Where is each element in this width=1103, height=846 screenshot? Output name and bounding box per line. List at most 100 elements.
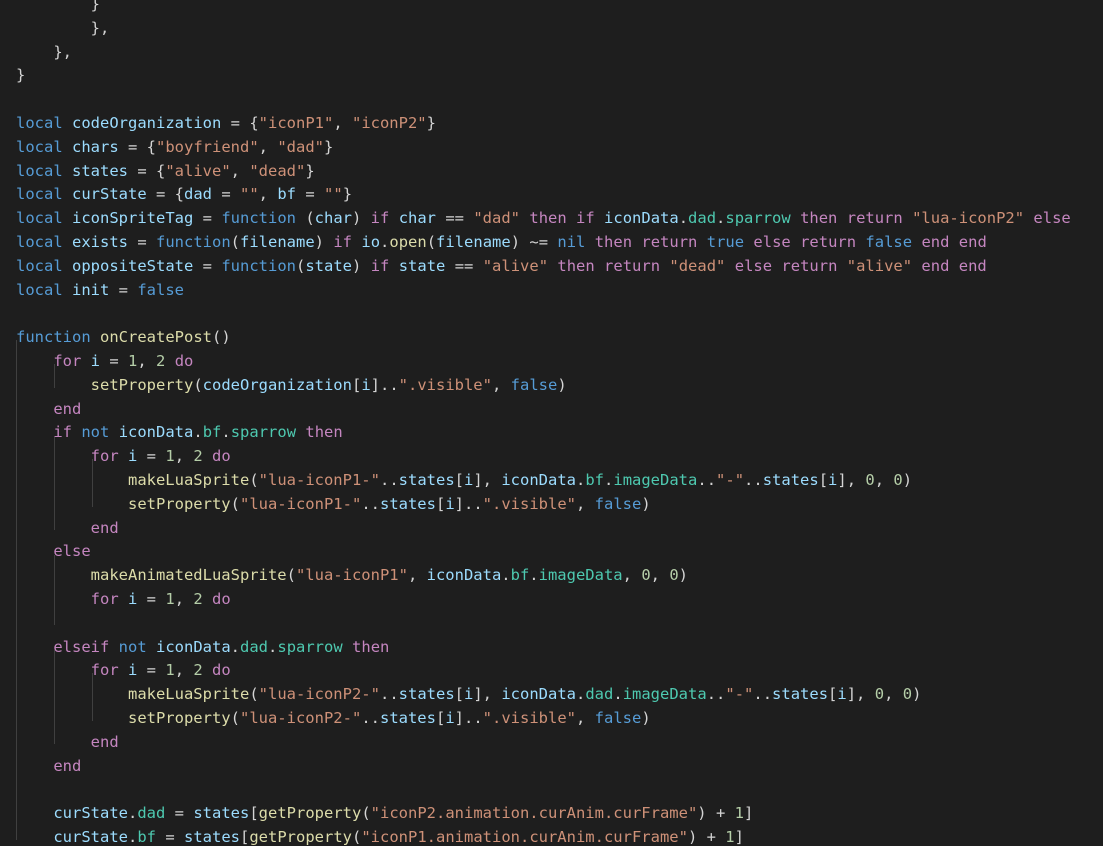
code-token: states xyxy=(772,685,829,704)
code-token: ( xyxy=(286,566,296,585)
code-line[interactable]: local oppositeState = function(state) if… xyxy=(16,255,1071,279)
code-token: . xyxy=(501,566,511,585)
code-line[interactable]: } xyxy=(16,0,1071,17)
code-token: then xyxy=(352,637,390,656)
code-line[interactable]: local chars = {"boyfriend", "dad"} xyxy=(16,136,1071,160)
code-token: imageData xyxy=(613,470,698,489)
code-line[interactable]: for i = 1, 2 do xyxy=(16,445,1071,469)
code-line[interactable]: function onCreatePost() xyxy=(16,326,1071,350)
code-token: ( xyxy=(249,470,259,489)
code-line[interactable]: end xyxy=(16,398,1071,422)
code-token: filename xyxy=(436,232,511,251)
code-token: "lua-iconP2-" xyxy=(258,685,380,704)
code-token: init xyxy=(72,280,110,299)
code-token: setProperty xyxy=(127,494,231,513)
code-line[interactable]: elseif not iconData.dad.sparrow then xyxy=(16,636,1071,660)
code-token: exists xyxy=(72,232,129,251)
code-token: then xyxy=(557,256,595,275)
code-line[interactable]: makeLuaSprite("lua-iconP2-"..states[i], … xyxy=(16,683,1071,707)
code-line[interactable] xyxy=(16,302,1071,326)
code-line[interactable]: else xyxy=(16,540,1071,564)
code-line[interactable]: end xyxy=(16,517,1071,541)
code-token: makeLuaSprite xyxy=(127,470,250,489)
code-token: ) xyxy=(557,375,567,394)
code-line[interactable]: for i = 1, 2 do xyxy=(16,588,1071,612)
code-line[interactable]: setProperty("lua-iconP2-"..states[i]..".… xyxy=(16,707,1071,731)
code-line[interactable]: } xyxy=(16,64,1071,88)
code-token: "iconP2" xyxy=(351,113,427,132)
code-token: curState xyxy=(72,185,147,204)
code-line[interactable]: local iconSpriteTag = function (char) if… xyxy=(16,207,1071,231)
code-line[interactable] xyxy=(16,612,1071,636)
code-line[interactable] xyxy=(16,778,1071,802)
code-token: bf xyxy=(585,470,605,489)
code-token: nil xyxy=(557,232,586,251)
code-line[interactable]: if not iconData.bf.sparrow then xyxy=(16,421,1071,445)
code-token: [ xyxy=(818,470,829,489)
code-text-area[interactable]: } }, },} local codeOrganization = {"icon… xyxy=(16,0,1071,846)
code-token: 0 xyxy=(874,685,885,704)
code-line[interactable]: local init = false xyxy=(16,279,1071,303)
code-token: local xyxy=(16,137,63,156)
code-token: }, xyxy=(16,42,72,61)
code-token: curState xyxy=(53,827,128,846)
code-line[interactable]: }, xyxy=(16,17,1071,41)
code-token: getProperty xyxy=(258,804,362,823)
code-token: = xyxy=(296,185,325,204)
code-line[interactable]: curState.dad = states[getProperty("iconP… xyxy=(16,802,1071,826)
code-token: iconData xyxy=(501,470,576,489)
code-line[interactable]: local curState = {dad = "", bf = ""} xyxy=(16,183,1071,207)
code-line[interactable]: setProperty("lua-iconP1-"..states[i]..".… xyxy=(16,493,1071,517)
code-editor[interactable]: } }, },} local codeOrganization = {"icon… xyxy=(0,0,1103,846)
code-token: ( xyxy=(296,209,315,228)
code-token: setProperty xyxy=(127,708,231,727)
code-token: return xyxy=(604,256,661,275)
code-token: ], xyxy=(473,470,502,489)
code-line[interactable] xyxy=(16,88,1071,112)
code-token: "boyfriend" xyxy=(156,137,259,156)
code-token: ] xyxy=(743,804,754,823)
code-token: "" xyxy=(324,185,343,204)
code-token: 1 xyxy=(165,661,175,680)
code-token: iconData xyxy=(604,209,679,228)
code-line[interactable]: makeLuaSprite("lua-iconP1-"..states[i], … xyxy=(16,469,1071,493)
code-line[interactable]: curState.bf = states[getProperty("iconP1… xyxy=(16,826,1071,846)
code-line[interactable]: for i = 1, 2 do xyxy=(16,350,1071,374)
code-token: sparrow xyxy=(230,423,297,442)
code-token: else xyxy=(734,256,773,275)
code-line[interactable]: }, xyxy=(16,41,1071,65)
code-token: .. xyxy=(379,470,399,489)
code-token: "lua-iconP1-" xyxy=(239,494,362,513)
code-token: , xyxy=(576,708,595,727)
code-line[interactable]: setProperty(codeOrganization[i]..".visib… xyxy=(16,374,1071,398)
code-line[interactable]: local states = {"alive", "dead"} xyxy=(16,160,1071,184)
code-token: ( xyxy=(230,494,240,513)
code-token: . xyxy=(678,209,689,228)
code-line[interactable]: end xyxy=(16,731,1071,755)
code-token: ) + xyxy=(697,804,735,823)
code-token: } xyxy=(16,0,100,13)
code-line[interactable]: local codeOrganization = {"iconP1", "ico… xyxy=(16,112,1071,136)
code-token: [ xyxy=(249,804,259,823)
code-line[interactable]: local exists = function(filename) if io.… xyxy=(16,231,1071,255)
code-token: "dad" xyxy=(277,137,325,156)
code-token: . xyxy=(380,232,390,251)
code-token: end xyxy=(90,518,119,537)
code-line[interactable]: for i = 1, 2 do xyxy=(16,659,1071,683)
code-token: , xyxy=(874,470,894,489)
code-line[interactable]: makeAnimatedLuaSprite("lua-iconP1", icon… xyxy=(16,564,1071,588)
code-line[interactable]: end xyxy=(16,755,1071,779)
